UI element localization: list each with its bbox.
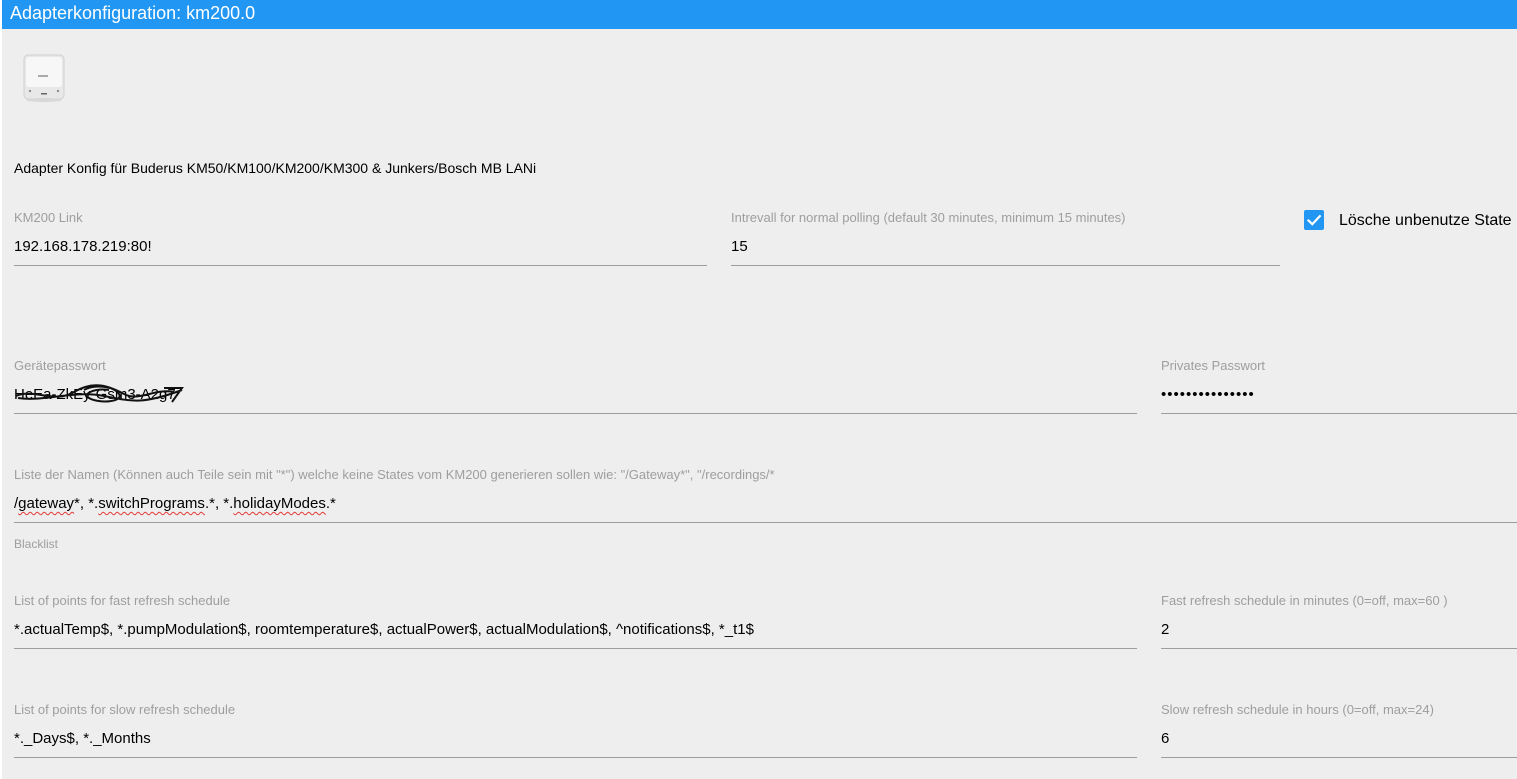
config-panel: Adapter Konfig für Buderus KM50/KM100/KM… — [2, 29, 1517, 779]
blacklist-label: Liste der Namen (Können auch Teile sein … — [14, 467, 775, 482]
delete-unused-states-label: Lösche unbenutze State — [1339, 212, 1512, 229]
slow-refresh-hours-input[interactable]: 6 — [1161, 724, 1517, 758]
km200-device-icon — [20, 53, 70, 103]
km200-link-label: KM200 Link — [14, 210, 83, 225]
window-title-bar: Adapterkonfiguration: km200.0 — [2, 0, 1517, 29]
blacklist-field: Liste der Namen (Können auch Teile sein … — [14, 467, 1517, 531]
checkmark-icon — [1306, 214, 1322, 226]
blacklist-text-misspelled: holidayModes — [233, 495, 326, 512]
polling-interval-input[interactable]: 15 — [731, 232, 1280, 266]
blacklist-input[interactable]: /gateway*, *.switchPrograms.*, *.holiday… — [14, 489, 1517, 523]
fast-refresh-minutes-field: Fast refresh schedule in minutes (0=off,… — [1161, 593, 1517, 657]
km200-link-input[interactable]: 192.168.178.219:80! — [14, 232, 707, 266]
blacklist-text-misspelled: switchPrograms — [98, 495, 205, 512]
slow-refresh-points-label: List of points for slow refresh schedule — [14, 702, 236, 717]
fast-refresh-points-field: List of points for fast refresh schedule… — [14, 593, 1137, 657]
redaction-scribble-icon — [15, 384, 184, 403]
blacklist-text: .*, *. — [204, 495, 234, 512]
blacklist-helper-text: Blacklist — [14, 537, 59, 551]
blacklist-text: *, *. — [74, 495, 99, 512]
km200-link-field: KM200 Link 192.168.178.219:80! — [14, 210, 707, 274]
device-password-field: Gerätepasswort HeEa-ZkEy-Gsm3-A2g7 — [14, 358, 1137, 422]
polling-interval-field: Intrevall for normal polling (default 30… — [731, 210, 1280, 274]
slow-refresh-points-field: List of points for slow refresh schedule… — [14, 702, 1137, 766]
fast-refresh-points-label: List of points for fast refresh schedule — [14, 593, 231, 608]
private-password-input[interactable]: ••••••••••••••• — [1161, 380, 1517, 414]
fast-refresh-minutes-label: Fast refresh schedule in minutes (0=off,… — [1161, 593, 1448, 608]
polling-interval-label: Intrevall for normal polling (default 30… — [731, 210, 1126, 225]
device-password-input[interactable]: HeEa-ZkEy-Gsm3-A2g7 — [14, 380, 1137, 414]
window-title: Adapterkonfiguration: km200.0 — [10, 3, 256, 23]
delete-unused-states-checkbox[interactable] — [1304, 210, 1324, 230]
private-password-label: Privates Passwort — [1161, 358, 1266, 373]
private-password-field: Privates Passwort ••••••••••••••• — [1161, 358, 1517, 422]
slow-refresh-hours-field: Slow refresh schedule in hours (0=off, m… — [1161, 702, 1517, 766]
fast-refresh-minutes-input[interactable]: 2 — [1161, 615, 1517, 649]
fast-refresh-points-input[interactable]: *.actualTemp$, *.pumpModulation$, roomte… — [14, 615, 1137, 649]
blacklist-text: .* — [325, 495, 336, 512]
blacklist-text-misspelled: gateway — [18, 495, 75, 512]
slow-refresh-points-input[interactable]: *._Days$, *._Months — [14, 724, 1137, 758]
slow-refresh-hours-label: Slow refresh schedule in hours (0=off, m… — [1161, 702, 1434, 717]
device-password-label: Gerätepasswort — [14, 358, 106, 373]
adapter-description: Adapter Konfig für Buderus KM50/KM100/KM… — [14, 160, 537, 176]
